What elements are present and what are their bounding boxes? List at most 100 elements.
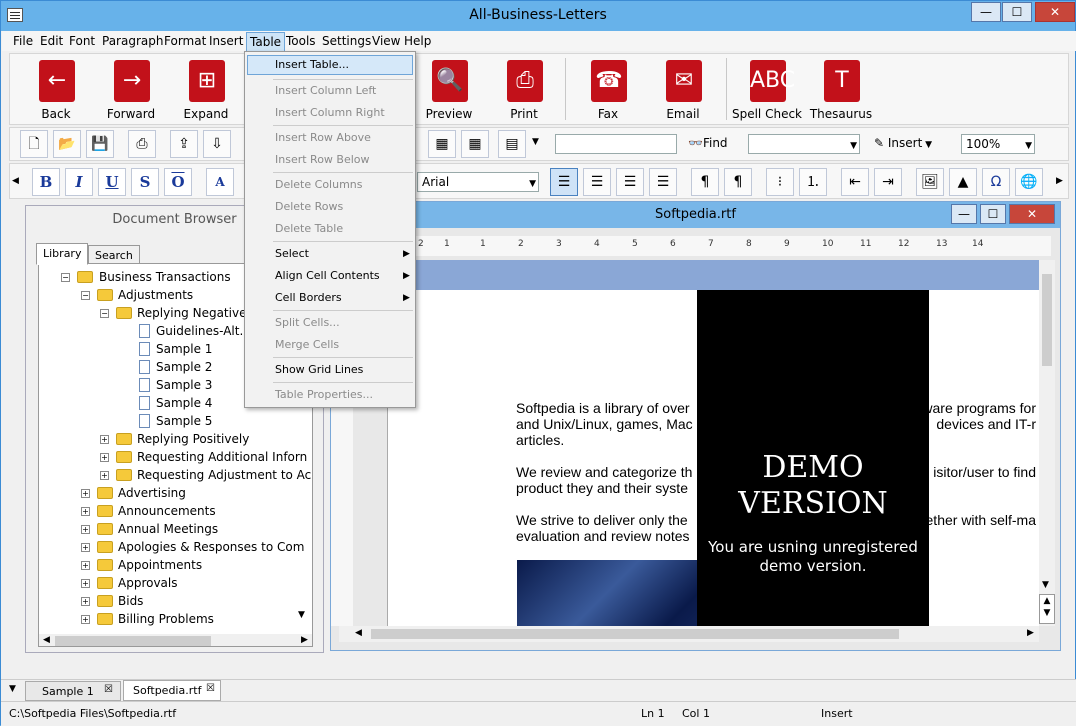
menu-cell-borders[interactable]: Cell Borders bbox=[275, 291, 342, 304]
expand-icon[interactable]: + bbox=[100, 453, 109, 462]
close-tab-icon[interactable]: ☒ bbox=[104, 684, 113, 695]
tab-softpedia-rtf[interactable]: Softpedia.rtf ☒ bbox=[123, 680, 221, 701]
zoom-combo[interactable]: 100% ▼ bbox=[961, 134, 1035, 154]
scroll-down-icon[interactable]: ▼ bbox=[1042, 580, 1049, 590]
scroll-left-icon[interactable]: ◀ bbox=[12, 176, 19, 186]
overline-button[interactable]: O bbox=[164, 168, 192, 196]
expand-icon[interactable]: + bbox=[81, 615, 90, 624]
open-folder-icon[interactable]: 📂 bbox=[53, 130, 81, 158]
close-button[interactable]: ✕ bbox=[1035, 2, 1075, 22]
menu-format[interactable]: Format bbox=[164, 34, 206, 48]
style-combo[interactable]: ▼ bbox=[748, 134, 860, 154]
print-small-icon[interactable]: ⎙ bbox=[128, 130, 156, 158]
insert-picture-icon[interactable]: 🖼 bbox=[916, 168, 944, 196]
align-left-button[interactable]: ☰ bbox=[550, 168, 578, 196]
page-nav-icon[interactable]: ▲ ▼ bbox=[1039, 594, 1055, 624]
menu-show-grid-lines[interactable]: Show Grid Lines bbox=[275, 363, 363, 376]
scroll-right-icon[interactable]: ▶ bbox=[1027, 628, 1034, 638]
collapse-icon[interactable]: − bbox=[61, 273, 70, 282]
menu-table-properties[interactable]: Table Properties... bbox=[275, 388, 373, 401]
justify-button[interactable]: ☰ bbox=[649, 168, 677, 196]
find-button[interactable]: 👓Find bbox=[686, 132, 730, 156]
tab-search[interactable]: Search bbox=[88, 245, 140, 265]
menu-select[interactable]: Select bbox=[275, 247, 309, 260]
menu-delete-rows[interactable]: Delete Rows bbox=[275, 200, 343, 213]
scroll-right-icon[interactable]: ▶ bbox=[1056, 176, 1063, 186]
doc-vertical-scrollbar[interactable]: ▼ ▲ ▼ bbox=[1039, 260, 1055, 626]
doc-horizontal-scrollbar[interactable]: ◀ ▶ bbox=[339, 626, 1039, 642]
expand-icon[interactable]: + bbox=[100, 435, 109, 444]
back-button[interactable]: ← Back bbox=[26, 57, 86, 123]
symbol-omega-icon[interactable]: Ω bbox=[982, 168, 1010, 196]
email-button[interactable]: ✉ Email bbox=[653, 57, 713, 123]
tree-node[interactable]: + Approvals bbox=[39, 575, 299, 593]
menu-edit[interactable]: Edit bbox=[40, 34, 63, 48]
menu-paragraph[interactable]: Paragraph bbox=[102, 34, 163, 48]
menu-merge-cells[interactable]: Merge Cells bbox=[275, 338, 339, 351]
tree-node[interactable]: + Billing Problems bbox=[39, 611, 299, 629]
bullets-button[interactable]: ⁝ bbox=[766, 168, 794, 196]
tree-node[interactable]: + Advertising bbox=[39, 485, 299, 503]
tab-sample-1[interactable]: Sample 1 ☒ bbox=[25, 681, 121, 701]
scroll-left-icon[interactable]: ◀ bbox=[355, 628, 362, 638]
tree-node[interactable]: + Bids bbox=[39, 593, 299, 611]
expand-icon[interactable]: + bbox=[81, 525, 90, 534]
doc-minimize-button[interactable]: — bbox=[951, 204, 977, 224]
minimize-button[interactable]: — bbox=[971, 2, 1001, 22]
menu-settings[interactable]: Settings bbox=[322, 34, 371, 48]
menu-insert-row-above[interactable]: Insert Row Above bbox=[275, 131, 371, 144]
scroll-left-icon[interactable]: ◀ bbox=[43, 635, 50, 645]
align-center-button[interactable]: ☰ bbox=[583, 168, 611, 196]
tree-node[interactable]: + Replying Positively bbox=[39, 431, 299, 449]
expand-icon[interactable]: + bbox=[81, 597, 90, 606]
tree-node[interactable]: + Announcements bbox=[39, 503, 299, 521]
thesaurus-button[interactable]: T Thesaurus bbox=[810, 57, 872, 123]
font-color-button[interactable]: A bbox=[206, 168, 234, 196]
search-input[interactable] bbox=[555, 134, 677, 154]
collapse-icon[interactable]: − bbox=[100, 309, 109, 318]
close-tab-icon[interactable]: ☒ bbox=[206, 683, 215, 694]
scrollbar-thumb[interactable] bbox=[371, 629, 899, 639]
menu-insert-column-right[interactable]: Insert Column Right bbox=[275, 106, 385, 119]
print-button[interactable]: ⎙ Print bbox=[494, 57, 554, 123]
menu-delete-table[interactable]: Delete Table bbox=[275, 222, 343, 235]
tree-node[interactable]: + Requesting Additional Inforn bbox=[39, 449, 307, 467]
import-icon[interactable]: ⇩ bbox=[203, 130, 231, 158]
tree-horizontal-scrollbar[interactable]: ◀ ▶ bbox=[39, 634, 312, 646]
tree-node[interactable]: + Apologies & Responses to Com bbox=[39, 539, 304, 557]
insert-image-icon[interactable]: ▲ bbox=[949, 168, 977, 196]
expand-icon[interactable]: + bbox=[81, 579, 90, 588]
doc-close-button[interactable]: ✕ bbox=[1009, 204, 1055, 224]
expand-icon[interactable]: + bbox=[81, 489, 90, 498]
menu-split-cells[interactable]: Split Cells... bbox=[275, 316, 340, 329]
scrollbar-thumb[interactable] bbox=[55, 636, 211, 646]
scrollbar-thumb[interactable] bbox=[1042, 274, 1052, 366]
forward-button[interactable]: → Forward bbox=[101, 57, 161, 123]
menu-table[interactable]: Table bbox=[246, 32, 286, 52]
ltr-button[interactable]: ¶ bbox=[691, 168, 719, 196]
menu-file[interactable]: File bbox=[13, 34, 33, 48]
menu-tools[interactable]: Tools bbox=[286, 34, 316, 48]
underline-button[interactable]: U bbox=[98, 168, 126, 196]
scroll-down-icon[interactable]: ▼ bbox=[298, 610, 305, 620]
tree-node[interactable]: + Annual Meetings bbox=[39, 521, 299, 539]
align-right-button[interactable]: ☰ bbox=[616, 168, 644, 196]
export-icon[interactable]: ⇪ bbox=[170, 130, 198, 158]
numbering-button[interactable]: ⒈ bbox=[799, 168, 827, 196]
tabs-dropdown-icon[interactable]: ▼ bbox=[9, 684, 16, 694]
horizontal-ruler[interactable]: 2 1 1 2 3 4 5 6 7 8 9 10 11 12 13 14 bbox=[351, 236, 1051, 256]
strikethrough-button[interactable]: S bbox=[131, 168, 159, 196]
increase-indent-button[interactable]: ⇥ bbox=[874, 168, 902, 196]
menu-view[interactable]: View bbox=[372, 34, 400, 48]
preview-button[interactable]: 🔍 Preview bbox=[419, 57, 479, 123]
menu-insert-row-below[interactable]: Insert Row Below bbox=[275, 153, 370, 166]
doc-maximize-button[interactable]: ☐ bbox=[980, 204, 1006, 224]
menu-align-cell-contents[interactable]: Align Cell Contents bbox=[275, 269, 380, 282]
tree-node[interactable]: + Appointments bbox=[39, 557, 299, 575]
save-icon[interactable]: 💾 bbox=[86, 130, 114, 158]
tree-node[interactable]: + Requesting Adjustment to Ac bbox=[39, 467, 311, 485]
bold-button[interactable]: B bbox=[32, 168, 60, 196]
expand-icon[interactable]: + bbox=[81, 507, 90, 516]
expand-icon[interactable]: + bbox=[81, 561, 90, 570]
fax-button[interactable]: ☎ Fax bbox=[578, 57, 638, 123]
